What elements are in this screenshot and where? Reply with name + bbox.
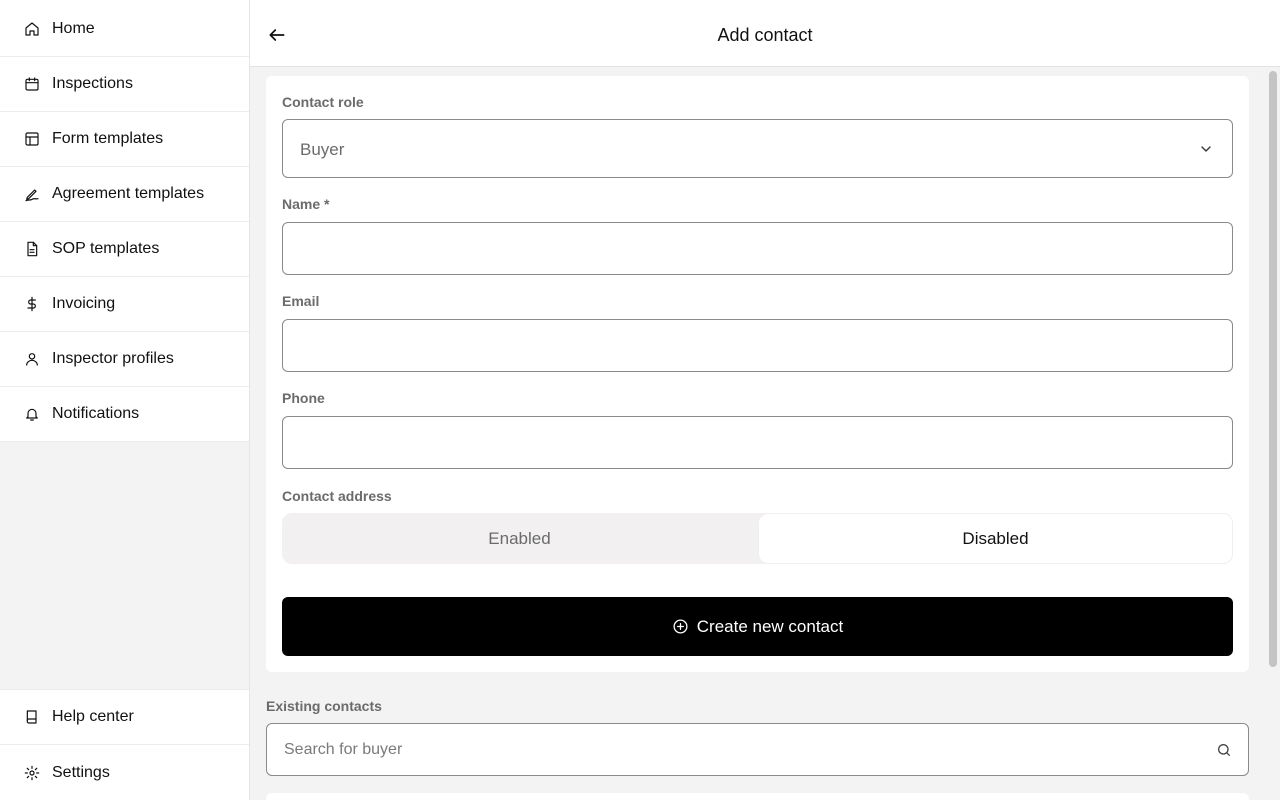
page-header: Add contact	[250, 0, 1280, 67]
contact-role-label: Contact role	[282, 94, 364, 110]
contact-list-card	[266, 793, 1249, 800]
plus-circle-icon	[672, 618, 689, 635]
sidebar-item-agreement-templates[interactable]: Agreement templates	[0, 167, 249, 222]
sidebar: Home Inspections Form templates Agreemen…	[0, 0, 250, 800]
sidebar-item-form-templates[interactable]: Form templates	[0, 112, 249, 167]
document-icon	[24, 241, 40, 257]
existing-contacts-label: Existing contacts	[266, 698, 382, 714]
sidebar-item-label: Settings	[52, 763, 110, 781]
sidebar-item-inspector-profiles[interactable]: Inspector profiles	[0, 332, 249, 387]
contact-role-value: Buyer	[300, 140, 345, 159]
sidebar-nav-top: Home Inspections Form templates Agreemen…	[0, 0, 249, 442]
page-title: Add contact	[717, 25, 813, 45]
sidebar-nav-bottom: Help center Settings	[0, 689, 249, 800]
home-icon	[24, 21, 40, 37]
name-label: Name *	[282, 196, 330, 212]
address-enabled-option[interactable]: Enabled	[282, 513, 757, 564]
sidebar-item-help-center[interactable]: Help center	[0, 690, 249, 745]
sidebar-item-label: Agreement templates	[52, 185, 205, 202]
scrollbar[interactable]	[1266, 67, 1280, 800]
book-icon	[24, 709, 40, 725]
create-button-label: Create new contact	[696, 616, 844, 636]
sidebar-item-notifications[interactable]: Notifications	[0, 387, 249, 442]
sidebar-item-label: Notifications	[52, 405, 140, 422]
calendar-icon	[24, 76, 40, 92]
search-box	[266, 723, 1249, 776]
search-input[interactable]	[268, 725, 1198, 774]
sidebar-item-label: Home	[52, 20, 95, 37]
sidebar-item-sop-templates[interactable]: SOP templates	[0, 222, 249, 277]
sidebar-item-label: Form templates	[52, 130, 164, 147]
sidebar-item-label: Invoicing	[52, 295, 116, 312]
dollar-icon	[24, 296, 40, 312]
email-label: Email	[282, 293, 320, 309]
sidebar-item-label: Help center	[52, 708, 134, 725]
create-new-contact-button[interactable]: Create new contact	[282, 597, 1233, 656]
contact-address-toggle: Enabled Disabled	[282, 513, 1233, 564]
sidebar-item-inspections[interactable]: Inspections	[0, 57, 249, 112]
scrollbar-thumb[interactable]	[1269, 71, 1277, 667]
phone-field[interactable]	[282, 416, 1233, 469]
address-disabled-option[interactable]: Disabled	[758, 513, 1233, 564]
signature-icon	[24, 186, 40, 202]
sidebar-item-invoicing[interactable]: Invoicing	[0, 277, 249, 332]
contact-address-label: Contact address	[282, 488, 392, 504]
layout-icon	[24, 131, 40, 147]
phone-label: Phone	[282, 390, 325, 406]
main-content: Contact role Buyer Name * Email Phone Co…	[250, 67, 1280, 800]
sidebar-item-label: Inspector profiles	[52, 350, 174, 367]
email-field[interactable]	[282, 319, 1233, 372]
name-field[interactable]	[282, 222, 1233, 275]
sidebar-item-label: SOP templates	[52, 240, 160, 257]
bell-icon	[24, 406, 40, 422]
user-icon	[24, 351, 40, 367]
chevron-down-icon	[1198, 141, 1214, 157]
add-contact-form: Contact role Buyer Name * Email Phone Co…	[266, 76, 1249, 672]
contact-role-select[interactable]: Buyer	[282, 119, 1233, 178]
search-icon[interactable]	[1216, 742, 1232, 758]
sidebar-item-home[interactable]: Home	[0, 0, 249, 57]
gear-icon	[24, 765, 40, 781]
sidebar-item-settings[interactable]: Settings	[0, 745, 249, 800]
sidebar-item-label: Inspections	[52, 75, 133, 92]
